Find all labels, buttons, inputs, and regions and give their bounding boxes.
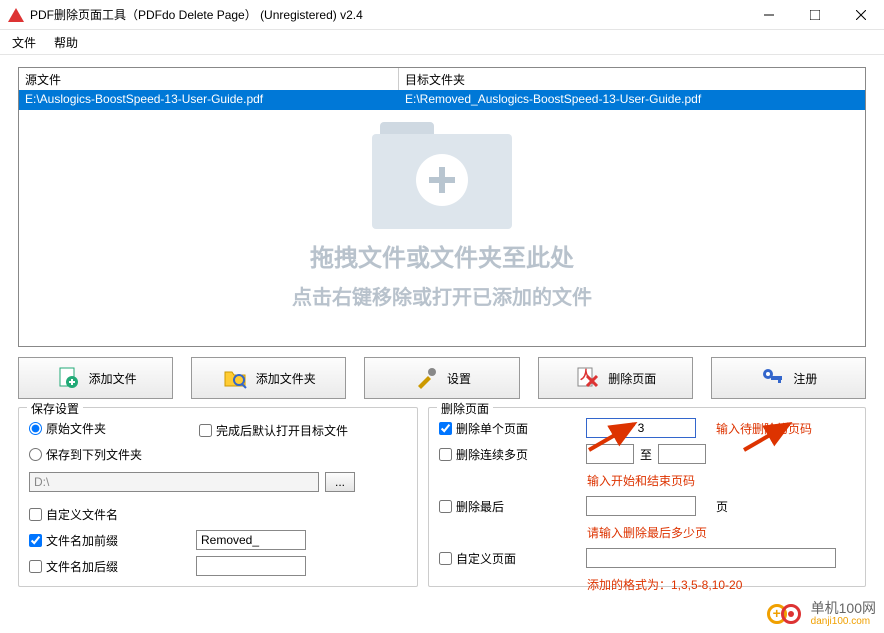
folder-plus-icon (372, 122, 512, 232)
open-after-label: 完成后默认打开目标文件 (216, 422, 348, 439)
checkbox-custom-name[interactable] (29, 508, 42, 521)
watermark: 单机100网 danji100.com (767, 601, 876, 627)
single-page-label: 删除单个页面 (456, 420, 556, 437)
col-target[interactable]: 目标文件夹 (399, 68, 865, 90)
settings-label: 设置 (447, 370, 471, 387)
drop-hint: 拖拽文件或文件夹至此处 点击右键移除或打开已添加的文件 (19, 122, 865, 310)
add-file-button[interactable]: 添加文件 (18, 357, 173, 399)
delete-page-button[interactable]: 人 删除页面 (538, 357, 693, 399)
title-bar: PDF删除页面工具（PDFdo Delete Page） (Unregister… (0, 0, 884, 30)
checkbox-prefix[interactable] (29, 534, 42, 547)
delete-panel: 删除页面 删除单个页面 输入待删除的页码 删除连续多页 至 输入开始和结束页码 … (428, 407, 866, 587)
key-icon (759, 365, 785, 391)
last-hint: 请输入删除最后多少页 (587, 524, 707, 541)
last-input[interactable] (586, 496, 696, 516)
checkbox-range[interactable] (439, 448, 452, 461)
custom-pages-input[interactable] (586, 548, 836, 568)
watermark-name: 单机100网 (811, 601, 876, 616)
custom-pages-label: 自定义页面 (456, 550, 556, 567)
minimize-button[interactable] (746, 0, 792, 30)
radio-below-label: 保存到下列文件夹 (46, 446, 142, 463)
col-source[interactable]: 源文件 (19, 68, 399, 90)
add-file-label: 添加文件 (89, 370, 137, 387)
checkbox-suffix[interactable] (29, 560, 42, 573)
range-hint: 输入开始和结束页码 (587, 472, 695, 489)
custom-name-label: 自定义文件名 (46, 506, 118, 523)
drop-line2: 点击右键移除或打开已添加的文件 (19, 281, 865, 310)
browse-button[interactable]: ... (325, 472, 355, 492)
checkbox-single-page[interactable] (439, 422, 452, 435)
register-label: 注册 (793, 370, 817, 387)
delete-legend: 删除页面 (437, 400, 493, 417)
save-panel: 保存设置 原始文件夹 保存到下列文件夹 完成后默认打开目标文件 ... 自定义文… (18, 407, 418, 587)
maximize-button[interactable] (792, 0, 838, 30)
tools-icon (413, 365, 439, 391)
range-label: 删除连续多页 (456, 446, 556, 463)
save-legend: 保存设置 (27, 400, 83, 417)
menu-bar: 文件 帮助 (0, 30, 884, 55)
checkbox-last[interactable] (439, 500, 452, 513)
prefix-input[interactable] (196, 530, 306, 550)
radio-below-folder[interactable] (29, 448, 42, 461)
last-label: 删除最后 (456, 498, 556, 515)
menu-help[interactable]: 帮助 (54, 34, 78, 51)
cell-target: E:\Removed_Auslogics-BoostSpeed-13-User-… (399, 90, 865, 110)
toolbar: 添加文件 添加文件夹 设置 人 删除页面 注册 (18, 357, 866, 399)
add-folder-button[interactable]: 添加文件夹 (191, 357, 346, 399)
prefix-label: 文件名加前缀 (46, 532, 136, 549)
add-folder-label: 添加文件夹 (256, 370, 316, 387)
radio-original-folder[interactable] (29, 422, 42, 435)
single-page-hint: 输入待删除的页码 (716, 420, 812, 437)
delete-page-label: 删除页面 (608, 370, 656, 387)
window-title: PDF删除页面工具（PDFdo Delete Page） (Unregister… (30, 6, 746, 23)
watermark-url: danji100.com (811, 616, 876, 627)
suffix-input[interactable] (196, 556, 306, 576)
settings-button[interactable]: 设置 (364, 357, 519, 399)
checkbox-custom-pages[interactable] (439, 552, 452, 565)
drop-line1: 拖拽文件或文件夹至此处 (19, 238, 865, 273)
pdf-delete-icon: 人 (574, 365, 600, 391)
menu-file[interactable]: 文件 (12, 34, 36, 51)
radio-original-label: 原始文件夹 (46, 420, 106, 437)
watermark-logo-icon (767, 602, 807, 626)
file-table[interactable]: 源文件 目标文件夹 E:\Auslogics-BoostSpeed-13-Use… (18, 67, 866, 347)
cell-source: E:\Auslogics-BoostSpeed-13-User-Guide.pd… (19, 90, 399, 110)
range-to-label: 至 (640, 446, 652, 463)
close-button[interactable] (838, 0, 884, 30)
checkbox-open-after[interactable] (199, 424, 212, 437)
range-to-input[interactable] (658, 444, 706, 464)
range-from-input[interactable] (586, 444, 634, 464)
last-unit: 页 (716, 498, 728, 515)
file-plus-icon (55, 365, 81, 391)
custom-hint: 添加的格式为：1,3,5-8,10-20 (587, 576, 742, 593)
suffix-label: 文件名加后缀 (46, 558, 136, 575)
single-page-input[interactable] (586, 418, 696, 438)
folder-path-input[interactable] (29, 472, 319, 492)
app-icon (8, 7, 24, 23)
table-row[interactable]: E:\Auslogics-BoostSpeed-13-User-Guide.pd… (19, 90, 865, 110)
folder-search-icon (222, 365, 248, 391)
table-header: 源文件 目标文件夹 (19, 68, 865, 90)
register-button[interactable]: 注册 (711, 357, 866, 399)
